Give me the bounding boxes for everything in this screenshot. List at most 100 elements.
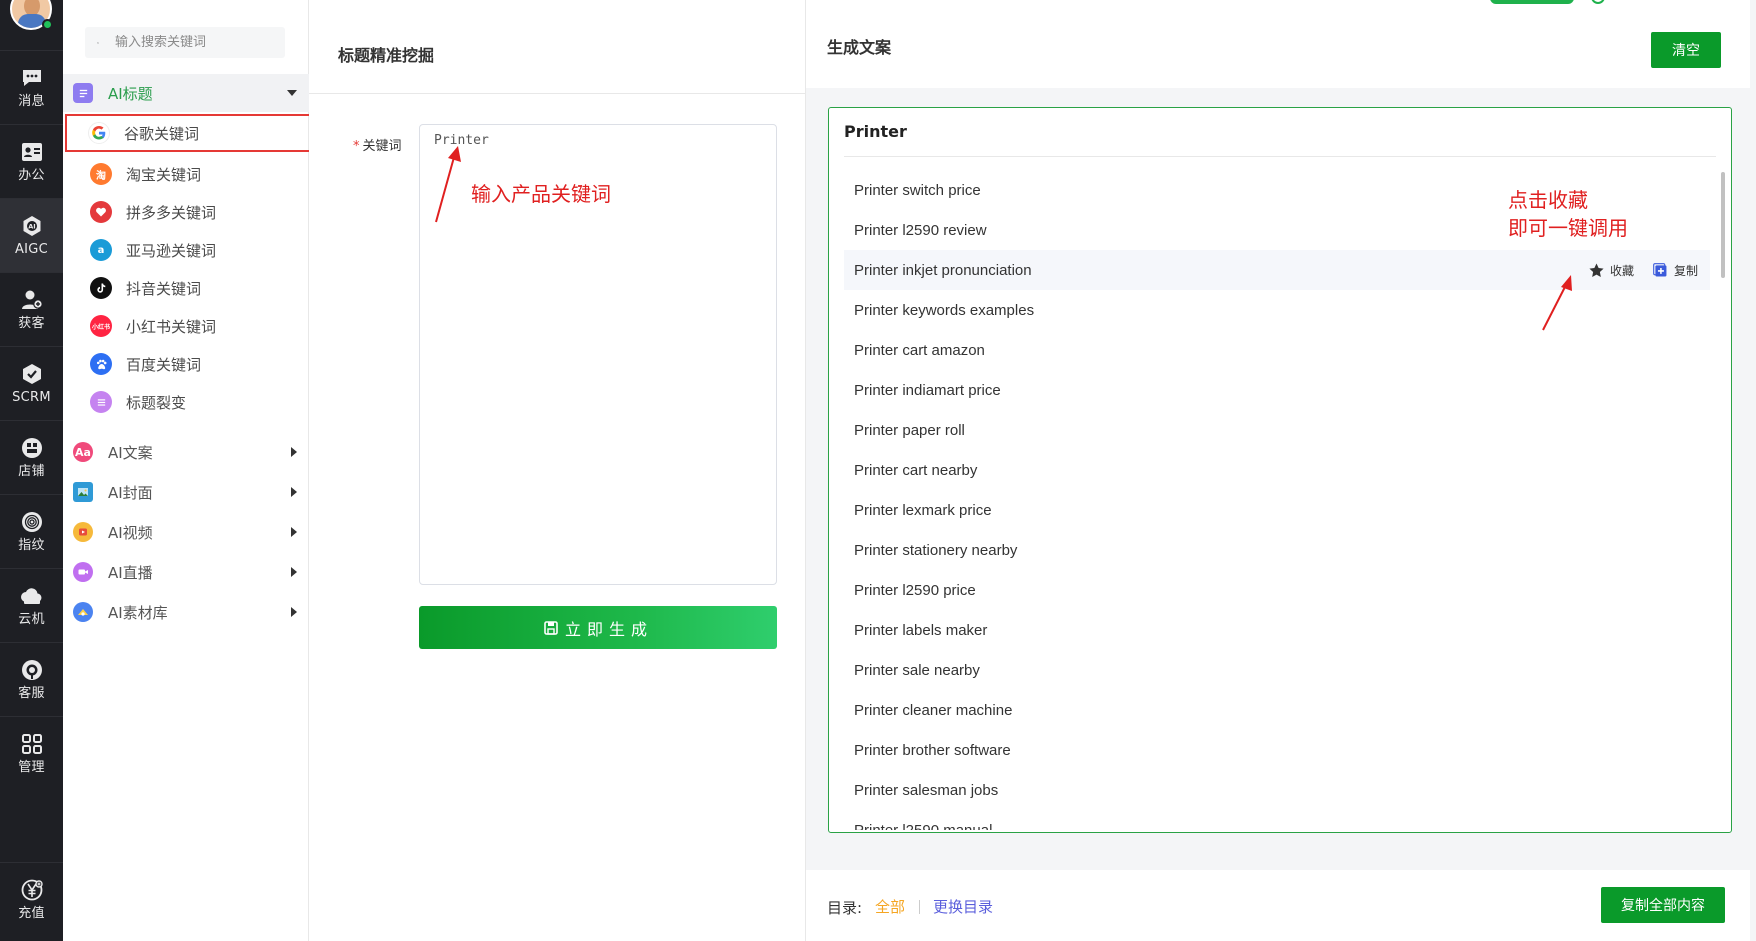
result-row[interactable]: Printer sale nearby (844, 650, 1710, 690)
result-row[interactable]: Printer cleaner machine (844, 690, 1710, 730)
rail-item-aigc[interactable]: AI AIGC (0, 198, 63, 272)
document-icon (73, 83, 93, 103)
rail-item-messages[interactable]: 消息 (0, 50, 63, 124)
search-icon (97, 41, 99, 44)
result-text: Printer switch price (854, 181, 981, 199)
menu-group-ai-title[interactable]: AI标题 (63, 74, 309, 112)
generate-label: 立即生成 (564, 619, 653, 639)
result-row[interactable]: Printer keywords examples (844, 290, 1710, 330)
menu-group-label: AI标题 (108, 84, 153, 103)
result-row[interactable]: Printer lexmark price (844, 490, 1710, 530)
menu-group-ai-assets[interactable]: AI素材库 (63, 593, 309, 631)
headset-icon (21, 660, 42, 680)
menu-item-baidu-keywords[interactable]: 百度关键词 (64, 345, 309, 383)
result-text: Printer paper roll (854, 421, 965, 439)
result-heading: Printer (844, 122, 907, 141)
favorite-button[interactable]: 收藏 (1588, 262, 1634, 279)
favorite-label: 收藏 (1609, 263, 1634, 278)
caret-right-icon (291, 447, 297, 457)
xiaohongshu-icon: 小红书 (90, 315, 112, 337)
menu-item-taobao-keywords[interactable]: 淘 淘宝关键词 (64, 155, 309, 193)
rail-label: 办公 (18, 168, 45, 183)
catalog-all-link[interactable]: 全部 (875, 896, 905, 917)
menu-group-ai-cover[interactable]: AI封面 (63, 473, 309, 511)
grid-icon (21, 734, 42, 754)
cloud-phone-icon (20, 588, 41, 604)
result-text: Printer indiamart price (854, 381, 1001, 399)
rail-item-fingerprint[interactable]: 指纹 (0, 494, 63, 568)
taobao-icon: 淘 (90, 163, 112, 185)
result-text: Printer l2590 price (854, 581, 976, 599)
menu-item-google-keywords[interactable]: 谷歌关键词 (65, 114, 312, 152)
svg-text:AI: AI (28, 223, 35, 231)
rail-label: AIGC (14, 242, 49, 257)
rail-item-cloud-phone[interactable]: 云机 (0, 568, 63, 642)
generate-button[interactable]: 立即生成 (419, 606, 777, 649)
menu-item-label: 小红书关键词 (126, 317, 217, 336)
result-text: Printer salesman jobs (854, 781, 999, 799)
rail-item-scrm[interactable]: SCRM (0, 346, 63, 420)
menu-item-label: 百度关键词 (126, 355, 202, 374)
scrollbar-thumb[interactable] (1721, 172, 1725, 278)
font-aa-icon: Aa (73, 442, 93, 462)
keyword-label: * 关键词 (353, 135, 402, 154)
menu-group-label: AI文案 (108, 443, 153, 462)
menu-group-label: AI封面 (108, 483, 153, 502)
app-rail: 消息 办公 AI AIGC 获客 SCRM 店铺 指纹 云机 客服 管理 充值 (0, 0, 63, 941)
rail-item-store[interactable]: 店铺 (0, 420, 63, 494)
result-text: Printer cleaner machine (854, 701, 1013, 719)
copy-all-button[interactable]: 复制全部内容 (1601, 887, 1725, 923)
menu-item-douyin-keywords[interactable]: 抖音关键词 (64, 269, 309, 307)
row-actions: 收藏 复制 (1570, 250, 1698, 290)
result-row[interactable]: Printer inkjet pronunciation 收藏 复制 (844, 250, 1710, 290)
result-row[interactable]: Printer brother software (844, 730, 1710, 770)
menu-group-ai-live[interactable]: AI直播 (63, 553, 309, 591)
result-row[interactable]: Printer stationery nearby (844, 530, 1710, 570)
caret-right-icon (291, 567, 297, 577)
assets-icon (73, 602, 93, 622)
menu-group-ai-copy[interactable]: Aa AI文案 (63, 433, 309, 471)
rail-label: 充值 (18, 906, 45, 921)
result-text: Printer cart nearby (854, 461, 978, 479)
catalog-label: 目录: (827, 899, 863, 917)
feature-menu: AI标题 谷歌关键词 淘 淘宝关键词 拼多多关键词 a 亚马逊关键词 抖音关键词… (63, 0, 312, 941)
menu-group-ai-video[interactable]: AI视频 (63, 513, 309, 551)
result-row[interactable]: Printer cart amazon (844, 330, 1710, 370)
rail-label: 云机 (18, 612, 45, 627)
result-row[interactable]: Printer salesman jobs (844, 770, 1710, 810)
menu-item-pinduoduo-keywords[interactable]: 拼多多关键词 (64, 193, 309, 231)
rail-item-manage[interactable]: 管理 (0, 716, 63, 790)
change-catalog-link[interactable]: 更换目录 (933, 896, 993, 917)
yen-icon (21, 879, 43, 901)
keyword-label-text: 关键词 (362, 139, 402, 154)
rail-item-acquire[interactable]: 获客 (0, 272, 63, 346)
result-row[interactable]: Printer l2590 price (844, 570, 1710, 610)
menu-item-xiaohongshu-keywords[interactable]: 小红书 小红书关键词 (64, 307, 309, 345)
menu-search[interactable] (85, 27, 285, 58)
list-icon (90, 391, 112, 413)
menu-item-label: 谷歌关键词 (124, 124, 200, 143)
menu-item-amazon-keywords[interactable]: a 亚马逊关键词 (64, 231, 309, 269)
search-input[interactable] (115, 35, 285, 50)
result-row[interactable]: Printer paper roll (844, 410, 1710, 450)
rail-item-office[interactable]: 办公 (0, 124, 63, 198)
menu-item-title-fission[interactable]: 标题裂变 (64, 383, 309, 421)
clear-button[interactable]: 清空 (1651, 32, 1721, 68)
result-text: Printer lexmark price (854, 501, 992, 519)
baidu-paw-icon (90, 353, 112, 375)
result-row[interactable]: Printer labels maker (844, 610, 1710, 650)
rail-item-recharge[interactable]: 充值 (0, 862, 63, 936)
result-row[interactable]: Printer indiamart price (844, 370, 1710, 410)
result-row[interactable]: Printer l2590 manual (844, 810, 1710, 831)
copy-button[interactable]: 复制 (1652, 262, 1698, 279)
result-list[interactable]: Printer switch price Printer l2590 review… (844, 170, 1710, 830)
result-text: Printer l2590 review (854, 221, 987, 239)
input-panel: 标题精准挖掘 * 关键词 Printer 立即生成 (309, 0, 806, 941)
rail-item-support[interactable]: 客服 (0, 642, 63, 716)
result-row[interactable]: Printer cart nearby (844, 450, 1710, 490)
star-icon (1589, 263, 1604, 277)
annotation-favorite-hint: 点击收藏 即可一键调用 (1508, 186, 1628, 242)
rail-label: 指纹 (18, 538, 45, 553)
top-status-pill[interactable] (1490, 0, 1574, 4)
output-header: 生成文案 清空 (806, 0, 1750, 88)
